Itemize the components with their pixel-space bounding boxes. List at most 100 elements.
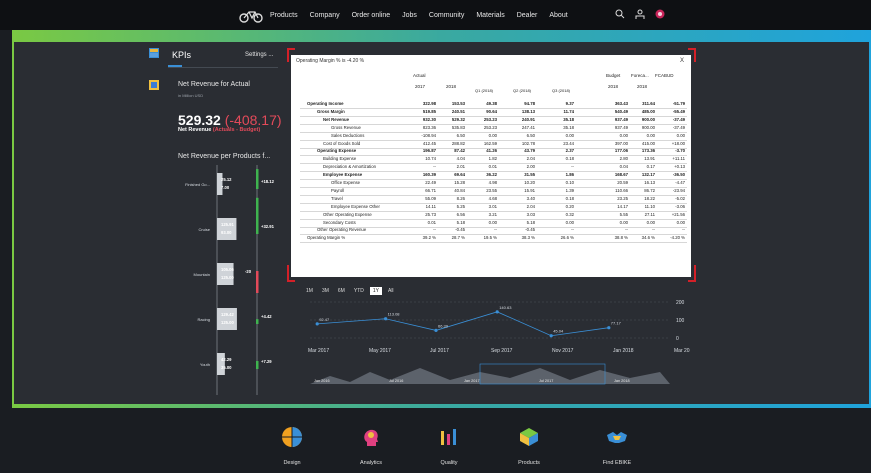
table-cell: 3.01 xyxy=(488,203,497,209)
table-cell: 0.18 xyxy=(565,195,574,201)
table-cell: 535.83 xyxy=(451,124,465,130)
footer-design[interactable]: Design xyxy=(262,426,322,466)
table-cell: 102.78 xyxy=(521,140,535,146)
trend-line-chart: 200 100 0 92.47 113.08 66.39 140.63 45.04 77.17 M… xyxy=(308,300,690,385)
table-cell: 15.91 xyxy=(524,187,535,193)
table-cell: 153.53 xyxy=(451,101,465,106)
table-cell: -37.49 xyxy=(672,116,685,122)
table-cell: 485.00 xyxy=(641,108,655,114)
table-cell: +18.00 xyxy=(671,140,685,146)
table-cell: 3.40 xyxy=(526,195,535,201)
nav-dealer[interactable]: Dealer xyxy=(517,12,538,19)
x-tick-label: Jul 2017 xyxy=(430,348,449,354)
data-label: 92.47 xyxy=(319,317,330,322)
table-cell: 4.98 xyxy=(488,180,497,185)
table-cell: 363.43 xyxy=(614,101,628,106)
table-cell: 15.28 xyxy=(454,180,465,185)
table-cell: 6.50 xyxy=(456,132,465,138)
table-cell: 173.36 xyxy=(641,148,655,154)
table-cell: 0.32 xyxy=(565,211,574,217)
table-cell: -- xyxy=(433,164,436,170)
nav-community[interactable]: Community xyxy=(429,12,464,19)
table-cell: 13.91 xyxy=(644,156,655,162)
table-cell: 35.18 xyxy=(563,124,574,130)
table-cell: 40.84 xyxy=(454,187,465,193)
highlight-corner xyxy=(287,265,295,282)
flag-icon[interactable] xyxy=(655,9,665,19)
products-bar-chart: Finished Go... 25.12 7.00 +18.12 Cruise 125.9… xyxy=(185,165,275,395)
footer-label: Products xyxy=(518,460,540,466)
table-cell: 94.78 xyxy=(524,101,535,106)
table-row-label: Employee Expense xyxy=(323,172,363,178)
nav-jobs[interactable]: Jobs xyxy=(402,12,417,19)
main-menu: Products Company Order online Jobs Commu… xyxy=(270,0,580,30)
nav-company[interactable]: Company xyxy=(310,12,340,19)
col-header-actual: Actual xyxy=(413,73,426,78)
x-tick-label: Mar 2018 xyxy=(674,348,690,354)
table-row-label: Gross Margin xyxy=(317,108,345,114)
table-cell: 2.80 xyxy=(619,156,628,162)
table-cell: 196.87 xyxy=(422,148,436,154)
x-tick-label: Mar 2017 xyxy=(308,348,329,354)
nav-order-online[interactable]: Order online xyxy=(352,12,391,19)
table-cell: -3.06 xyxy=(675,203,685,209)
highlight-corner xyxy=(688,48,696,62)
data-label: 77.17 xyxy=(611,321,622,326)
table-cell: 41.26 xyxy=(486,148,497,154)
product-actual: 125.91 xyxy=(221,222,234,227)
table-cell: +0.13 xyxy=(674,164,685,170)
data-point xyxy=(434,328,438,333)
close-button[interactable]: X xyxy=(680,58,684,64)
table-cell: 168.67 xyxy=(614,172,628,178)
net-revenue-number: 529.32 xyxy=(178,112,221,128)
nav-about[interactable]: About xyxy=(549,12,567,19)
data-label: 66.39 xyxy=(438,323,449,328)
footer-label: Analytics xyxy=(359,460,382,466)
table-cell: 3.03 xyxy=(526,211,535,217)
table-cell: 162.59 xyxy=(483,140,497,146)
table-cell: 18.22 xyxy=(644,195,655,201)
nav-products[interactable]: Products xyxy=(270,12,298,19)
nav-materials[interactable]: Materials xyxy=(476,12,504,19)
book-icon[interactable] xyxy=(149,80,159,90)
table-cell: 0.00 xyxy=(646,219,655,225)
delta-bar xyxy=(256,169,259,189)
search-icon[interactable] xyxy=(615,9,625,19)
col-header-budget-year: 2018 xyxy=(608,84,619,89)
table-row-label: Office Expense xyxy=(331,180,361,185)
table-cell: 11.10 xyxy=(644,203,655,209)
table-cell: 28.7 % xyxy=(451,235,465,241)
table-cell: 6.50 xyxy=(526,132,535,138)
y-tick-label: 0 xyxy=(676,336,679,342)
table-cell: 519.85 xyxy=(422,108,436,114)
table-cell: 5.18 xyxy=(526,219,535,225)
table-cell: 0.01 xyxy=(488,164,497,170)
table-cell: 25.73 xyxy=(425,211,436,217)
footer-quality[interactable]: Quality xyxy=(419,426,479,466)
footer-label: Design xyxy=(283,460,301,466)
table-row-label: Gross Revenue xyxy=(331,124,361,130)
net-revenue-sub: Net Revenue (Actuals - Budget) xyxy=(178,127,260,133)
footer-products[interactable]: Products xyxy=(499,426,559,466)
product-budget: 35.00 xyxy=(221,365,232,370)
product-label: Cruise xyxy=(198,227,210,232)
row-divider xyxy=(300,242,687,244)
table-cell: 3.21 xyxy=(488,211,497,217)
table-cell: 87.42 xyxy=(454,148,465,154)
product-delta: +4.42 xyxy=(261,314,272,319)
footer-find-ebike[interactable]: Find EBIKE xyxy=(587,426,647,466)
table-cell: 322.98 xyxy=(422,101,436,106)
footer-analytics[interactable]: Analytics xyxy=(341,426,401,466)
kpi-title: KPIs xyxy=(172,50,192,60)
settings-link[interactable]: Settings ... xyxy=(245,52,273,58)
table-cell: 0.00 xyxy=(676,132,685,138)
kpi-panel-icon[interactable] xyxy=(149,48,159,58)
product-delta: +7.29 xyxy=(261,359,272,364)
col-header-q2: Q2 (2018) xyxy=(513,88,532,93)
person-icon[interactable] xyxy=(635,9,645,19)
table-cell: 90.64 xyxy=(486,108,497,114)
table-cell: -- xyxy=(625,227,628,233)
product-delta: +32.91 xyxy=(261,224,275,229)
table-cell: 10.74 xyxy=(425,156,436,162)
bike-logo-icon[interactable] xyxy=(239,8,263,23)
